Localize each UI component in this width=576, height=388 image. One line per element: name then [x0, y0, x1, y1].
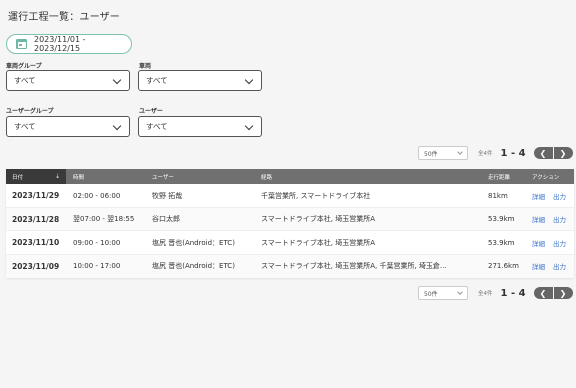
row-route: 千葉営業所, スマートドライブ本社: [261, 191, 371, 200]
page-title: 運行工程一覧：ユーザー: [8, 12, 120, 23]
vehicle-select[interactable]: すべて: [138, 70, 262, 91]
user-value: すべて: [146, 122, 168, 131]
prev-page-button[interactable]: ❮: [533, 287, 553, 299]
row-date: 2023/11/09: [12, 261, 60, 271]
total-count: 全4件: [478, 291, 493, 297]
row-distance: 53.9km: [488, 238, 515, 247]
detail-link[interactable]: 詳細: [532, 255, 545, 278]
row-date: 2023/11/10: [12, 238, 60, 247]
row-time: 09:00 - 10:00: [73, 238, 121, 247]
per-page-select[interactable]: 50件: [418, 286, 468, 300]
pagination-top: 50件 全4件 1 - 4 ❮ ❯: [418, 146, 573, 160]
row-time: 10:00 - 17:00: [73, 262, 121, 270]
pagination-bottom: 50件 全4件 1 - 4 ❮ ❯: [418, 286, 573, 300]
trip-table: 日付 ⇣ 時間 ユーザー 経路 走行距離 アクション 2023/11/29 02…: [6, 169, 574, 278]
column-header-date[interactable]: 日付 ⇣: [6, 169, 66, 184]
calendar-icon: [16, 39, 27, 49]
row-user: 牧野 拓哉: [152, 191, 183, 200]
vehicle-group-select[interactable]: すべて: [6, 70, 130, 91]
column-header-time: 時間: [73, 174, 85, 181]
output-link[interactable]: 出力: [553, 231, 566, 254]
page-range: 1 - 4: [500, 147, 526, 159]
row-distance: 53.9km: [488, 215, 515, 223]
user-select[interactable]: すべて: [138, 116, 262, 137]
column-header-distance: 走行距離: [488, 174, 511, 181]
row-user: 塩尻 晋也(Android：ETC): [152, 238, 235, 247]
page-nav: ❮ ❯: [533, 147, 573, 159]
chevron-down-icon: [457, 289, 463, 295]
per-page-value: 50件: [424, 290, 438, 298]
page-range: 1 - 4: [500, 287, 526, 299]
output-link[interactable]: 出力: [553, 255, 566, 278]
table-row: 2023/11/29 02:00 - 06:00 牧野 拓哉 千葉営業所, スマ…: [6, 184, 574, 208]
chevron-down-icon: [244, 121, 254, 131]
chevron-down-icon: [457, 149, 463, 155]
user-group-select[interactable]: すべて: [6, 116, 130, 137]
sort-arrow-icon: ⇣: [54, 173, 60, 180]
per-page-value: 50件: [424, 150, 438, 158]
table-row: 2023/11/28 翌07:00 - 翌18:55 谷口太郎 スマートドライブ…: [6, 207, 574, 231]
chevron-down-icon: [244, 75, 254, 85]
chevron-down-icon: [112, 75, 122, 85]
next-page-button[interactable]: ❯: [553, 147, 573, 159]
column-header-action: アクション: [532, 174, 560, 181]
date-range-label: 2023/11/01 - 2023/12/15: [34, 35, 86, 53]
output-link[interactable]: 出力: [553, 184, 566, 207]
prev-page-button[interactable]: ❮: [533, 147, 553, 159]
next-page-button[interactable]: ❯: [553, 287, 573, 299]
table-row: 2023/11/09 10:00 - 17:00 塩尻 晋也(Android：E…: [6, 254, 574, 278]
detail-link[interactable]: 詳細: [532, 208, 545, 231]
row-user: 谷口太郎: [152, 215, 180, 223]
row-route: スマートドライブ本社, 埼玉営業所A: [261, 238, 376, 247]
detail-link[interactable]: 詳細: [532, 184, 545, 207]
row-route: スマートドライブ本社, 埼玉営業所A, 千葉営業所, 埼玉倉...: [261, 262, 447, 270]
vehicle-label: 車両: [139, 63, 152, 70]
row-user: 塩尻 晋也(Android：ETC): [152, 262, 235, 270]
vehicle-group-value: すべて: [14, 76, 36, 85]
table-row: 2023/11/10 09:00 - 10:00 塩尻 晋也(Android：E…: [6, 231, 574, 255]
detail-link[interactable]: 詳細: [532, 231, 545, 254]
row-time: 02:00 - 06:00: [73, 191, 121, 200]
row-distance: 81km: [488, 191, 508, 200]
column-header-date-label: 日付: [12, 174, 24, 181]
user-label: ユーザー: [139, 108, 163, 115]
total-count: 全4件: [478, 151, 493, 157]
row-route: スマートドライブ本社, 埼玉営業所A: [261, 215, 376, 223]
row-time: 翌07:00 - 翌18:55: [73, 215, 135, 223]
row-date: 2023/11/29: [12, 191, 60, 200]
vehicle-value: すべて: [146, 76, 168, 85]
column-header-user: ユーザー: [152, 174, 174, 181]
column-header-route: 経路: [261, 174, 273, 181]
output-link[interactable]: 出力: [553, 208, 566, 231]
date-range-picker[interactable]: 2023/11/01 - 2023/12/15: [6, 34, 132, 54]
vehicle-group-label: 車両グループ: [6, 63, 42, 70]
user-group-value: すべて: [14, 122, 36, 131]
row-date: 2023/11/28: [12, 214, 60, 224]
table-header: 日付 ⇣ 時間 ユーザー 経路 走行距離 アクション: [6, 169, 574, 184]
page-nav: ❮ ❯: [533, 287, 573, 299]
user-group-label: ユーザーグループ: [6, 108, 54, 115]
per-page-select[interactable]: 50件: [418, 146, 468, 160]
chevron-down-icon: [112, 121, 122, 131]
row-distance: 271.6km: [488, 262, 519, 270]
